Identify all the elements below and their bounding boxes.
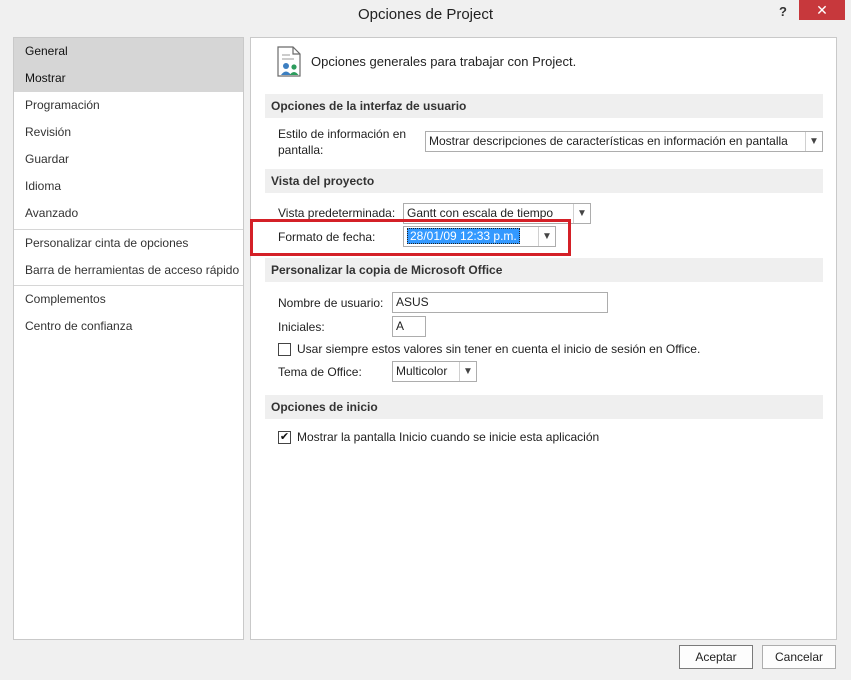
sidebar-item-avanzado[interactable]: Avanzado bbox=[14, 200, 243, 227]
username-input[interactable]: ASUS bbox=[392, 292, 608, 313]
screentip-label-line2: pantalla: bbox=[278, 143, 324, 157]
sidebar-item-idioma[interactable]: Idioma bbox=[14, 173, 243, 200]
default-view-label: Vista predeterminada: bbox=[278, 206, 396, 220]
general-options-icon bbox=[276, 46, 304, 78]
always-use-checkbox[interactable] bbox=[278, 343, 291, 356]
sidebar-item-personalizar-cinta[interactable]: Personalizar cinta de opciones bbox=[14, 230, 243, 257]
highlight-box bbox=[250, 219, 571, 256]
chevron-down-icon[interactable]: ▼ bbox=[573, 204, 590, 223]
show-start-label: Mostrar la pantalla Inicio cuando se ini… bbox=[297, 430, 600, 444]
cancel-button[interactable]: Cancelar bbox=[762, 645, 836, 669]
title-bar: Opciones de Project ? ✕ bbox=[0, 0, 851, 30]
sidebar-item-centro-confianza[interactable]: Centro de confianza bbox=[14, 313, 243, 340]
sidebar-item-general[interactable]: General bbox=[14, 38, 243, 65]
username-label: Nombre de usuario: bbox=[278, 296, 384, 310]
ok-button[interactable]: Aceptar bbox=[679, 645, 753, 669]
default-view-value: Gantt con escala de tiempo bbox=[407, 206, 554, 220]
section-header-project-view: Vista del proyecto bbox=[265, 169, 823, 193]
always-use-label: Usar siempre estos valores sin tener en … bbox=[297, 342, 701, 356]
chevron-down-icon[interactable]: ▼ bbox=[805, 132, 822, 151]
section-header-office: Personalizar la copia de Microsoft Offic… bbox=[265, 258, 823, 282]
section-header-startup: Opciones de inicio bbox=[265, 395, 823, 419]
sidebar-item-mostrar[interactable]: Mostrar bbox=[14, 65, 243, 92]
screentip-style-value: Mostrar descripciones de características… bbox=[429, 134, 788, 148]
sidebar-item-programacion[interactable]: Programación bbox=[14, 92, 243, 119]
sidebar-item-complementos[interactable]: Complementos bbox=[14, 286, 243, 313]
office-theme-select[interactable]: Multicolor ▼ bbox=[392, 361, 477, 382]
chevron-down-icon[interactable]: ▼ bbox=[459, 362, 476, 381]
screentip-label-line1: Estilo de información en bbox=[278, 127, 407, 141]
window-title: Opciones de Project bbox=[357, 6, 494, 23]
initials-input[interactable]: A bbox=[392, 316, 426, 337]
show-start-checkbox[interactable]: ✔ bbox=[278, 431, 291, 444]
page-header: Opciones generales para trabajar con Pro… bbox=[311, 54, 577, 69]
sidebar-item-revision[interactable]: Revisión bbox=[14, 119, 243, 146]
close-button[interactable]: ✕ bbox=[799, 0, 845, 20]
sidebar-item-barra-acceso-rapido[interactable]: Barra de herramientas de acceso rápido bbox=[14, 257, 243, 284]
help-button[interactable]: ? bbox=[773, 4, 793, 22]
main-panel: Opciones generales para trabajar con Pro… bbox=[250, 37, 837, 640]
screentip-style-select[interactable]: Mostrar descripciones de características… bbox=[425, 131, 823, 152]
office-theme-label: Tema de Office: bbox=[278, 365, 362, 379]
sidebar-item-guardar[interactable]: Guardar bbox=[14, 146, 243, 173]
office-theme-value: Multicolor bbox=[396, 364, 448, 378]
sidebar: General Mostrar Programación Revisión Gu… bbox=[13, 37, 244, 640]
section-header-ui: Opciones de la interfaz de usuario bbox=[265, 94, 823, 118]
initials-label: Iniciales: bbox=[278, 320, 325, 334]
